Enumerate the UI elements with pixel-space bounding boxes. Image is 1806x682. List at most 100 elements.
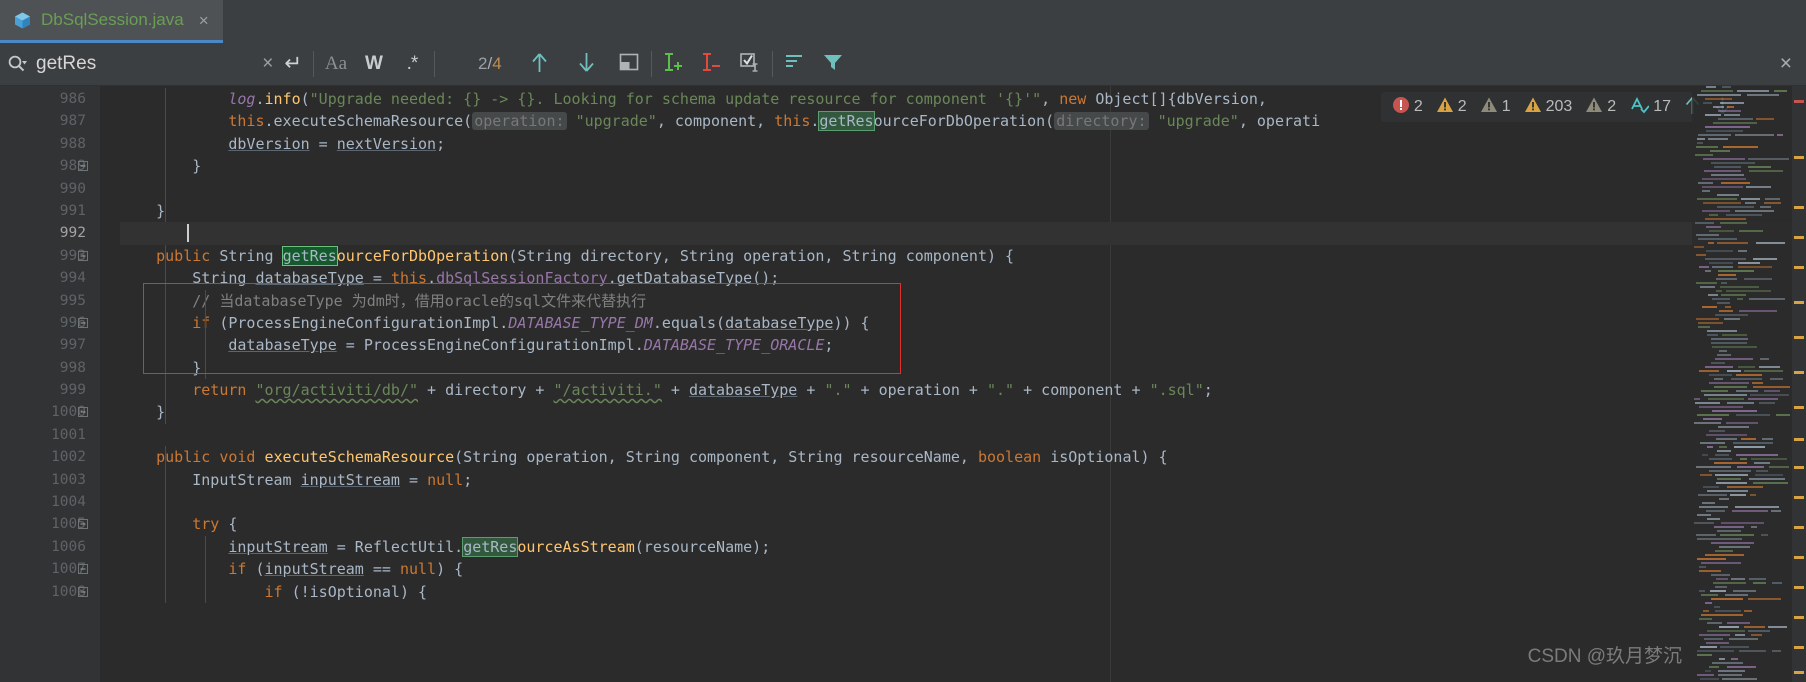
line-number[interactable]: 989 xyxy=(0,155,100,177)
open-in-find-window-button[interactable] xyxy=(610,43,648,86)
code-line[interactable]: if (!isOptional) { xyxy=(120,581,1806,603)
close-find-toolbar-button[interactable]: × xyxy=(1780,52,1792,76)
code-line[interactable]: } xyxy=(120,155,1806,177)
line-number[interactable]: 995 xyxy=(0,290,100,312)
line-number[interactable]: 1005 xyxy=(0,513,100,535)
error-stripe-mark[interactable] xyxy=(1794,466,1804,469)
error-stripe-mark[interactable] xyxy=(1794,206,1804,209)
inspection-warning-icon[interactable]: 2 xyxy=(1432,96,1471,118)
error-stripe-mark[interactable] xyxy=(1794,371,1804,374)
code-line[interactable]: dbVersion = nextVersion; xyxy=(120,133,1806,155)
fold-toggle-icon[interactable] xyxy=(78,407,88,418)
inspection-typo-icon[interactable]: 17 xyxy=(1625,96,1675,118)
code-line[interactable]: InputStream inputStream = null; xyxy=(120,469,1806,491)
line-number[interactable]: 999 xyxy=(0,379,100,401)
line-number[interactable]: 994 xyxy=(0,267,100,289)
line-number[interactable]: 1001 xyxy=(0,424,100,446)
error-stripe-mark[interactable] xyxy=(1794,100,1804,103)
code-minimap[interactable] xyxy=(1692,86,1792,682)
code-line[interactable] xyxy=(120,491,1806,513)
inspection-error-icon[interactable]: 2 xyxy=(1388,96,1427,118)
words-button[interactable]: W xyxy=(355,43,393,86)
line-number-gutter[interactable]: 986 987 988 989 990 991 992 993 994 995 996 997 998 9… xyxy=(0,86,100,682)
find-previous-button[interactable] xyxy=(516,43,563,86)
line-number[interactable]: 1002 xyxy=(0,446,100,468)
fold-toggle-icon[interactable] xyxy=(78,317,88,328)
line-number[interactable]: 986 xyxy=(0,88,100,110)
inspection-warning-icon[interactable]: 203 xyxy=(1520,96,1577,118)
code-line[interactable]: if (ProcessEngineConfigurationImpl.DATAB… xyxy=(120,312,1806,334)
line-number[interactable]: 1007 xyxy=(0,558,100,580)
line-number[interactable]: 993 xyxy=(0,245,100,267)
code-line[interactable]: public String getResourceForDbOperation(… xyxy=(120,245,1806,267)
inspection-weak-warning-icon[interactable]: 1 xyxy=(1476,96,1515,118)
close-icon[interactable]: × xyxy=(199,12,209,29)
code-line[interactable]: } xyxy=(120,200,1806,222)
fold-toggle-icon[interactable] xyxy=(78,161,88,172)
line-number[interactable]: 987 xyxy=(0,110,100,132)
clear-search-icon[interactable]: × xyxy=(253,53,282,75)
remove-selection-button[interactable] xyxy=(693,43,731,86)
code-editor[interactable]: 986 987 988 989 990 991 992 993 994 995 996 997 998 9… xyxy=(0,86,1806,682)
line-number[interactable]: 997 xyxy=(0,334,100,356)
line-number[interactable]: 996 xyxy=(0,312,100,334)
line-number[interactable]: 1008 xyxy=(0,581,100,603)
code-line[interactable]: // 当databaseType 为dm时，借用oracle的sql文件来代替执… xyxy=(120,290,1806,312)
line-number[interactable]: 998 xyxy=(0,357,100,379)
fold-toggle-icon[interactable] xyxy=(78,586,88,597)
error-stripe-mark[interactable] xyxy=(1794,646,1804,649)
select-all-occurrences-button[interactable] xyxy=(731,43,769,86)
search-input-wrapper[interactable]: getRes × ↵ xyxy=(0,43,310,86)
regex-button[interactable]: .* xyxy=(393,43,431,86)
code-line[interactable]: return "org/activiti/db/" + directory + … xyxy=(120,379,1806,401)
search-icon[interactable] xyxy=(6,53,28,75)
error-stripe-mark[interactable] xyxy=(1794,526,1804,529)
filter-lines-button[interactable] xyxy=(776,43,814,86)
find-next-button[interactable] xyxy=(563,43,610,86)
code-line[interactable]: databaseType = ProcessEngineConfiguratio… xyxy=(120,334,1806,356)
code-line[interactable]: String databaseType = this.dbSqlSessionF… xyxy=(120,267,1806,289)
error-stripe-mark[interactable] xyxy=(1794,438,1804,441)
line-number[interactable]: 991 xyxy=(0,200,100,222)
error-stripe[interactable] xyxy=(1792,86,1806,682)
code-line[interactable]: inputStream = ReflectUtil.getResourceAsS… xyxy=(120,536,1806,558)
error-stripe-mark[interactable] xyxy=(1794,156,1804,159)
error-stripe-mark[interactable] xyxy=(1794,301,1804,304)
line-number[interactable]: 1000 xyxy=(0,401,100,423)
fold-toggle-icon[interactable] xyxy=(78,564,88,575)
error-stripe-mark[interactable] xyxy=(1794,556,1804,559)
line-number[interactable]: 992 xyxy=(0,222,100,244)
code-line[interactable]: } xyxy=(120,401,1806,423)
error-stripe-mark[interactable] xyxy=(1794,671,1804,674)
code-line[interactable]: try { xyxy=(120,513,1806,535)
match-case-button[interactable]: Aa xyxy=(317,43,355,86)
fold-toggle-icon[interactable] xyxy=(78,519,88,530)
inspection-weak-warning-icon[interactable]: 2 xyxy=(1581,96,1620,118)
line-number[interactable]: 1004 xyxy=(0,491,100,513)
add-selection-button[interactable] xyxy=(655,43,693,86)
editor-tab-dbsqlsession[interactable]: DbSqlSession.java × xyxy=(0,0,223,43)
line-number[interactable]: 988 xyxy=(0,133,100,155)
error-stripe-mark[interactable] xyxy=(1794,496,1804,499)
line-number[interactable]: 990 xyxy=(0,178,100,200)
code-line[interactable]: public void executeSchemaResource(String… xyxy=(120,446,1806,468)
filter-button[interactable] xyxy=(814,43,852,86)
code-line[interactable] xyxy=(120,424,1806,446)
fold-toggle-icon[interactable] xyxy=(78,250,88,261)
line-number[interactable]: 1003 xyxy=(0,469,100,491)
code-line[interactable] xyxy=(120,222,1806,245)
error-stripe-mark[interactable] xyxy=(1794,266,1804,269)
error-stripe-mark[interactable] xyxy=(1794,616,1804,619)
error-stripe-mark[interactable] xyxy=(1794,236,1804,239)
search-input[interactable]: getRes xyxy=(36,53,253,75)
code-line[interactable]: } xyxy=(120,357,1806,379)
enter-search-icon[interactable]: ↵ xyxy=(282,51,310,78)
code-area[interactable]: log.info("Upgrade needed: {} -> {}. Look… xyxy=(100,86,1806,682)
code-line[interactable]: if (inputStream == null) { xyxy=(120,558,1806,580)
error-stripe-mark[interactable] xyxy=(1794,586,1804,589)
line-number[interactable]: 1006 xyxy=(0,536,100,558)
code-line[interactable] xyxy=(120,178,1806,200)
inspection-widget[interactable]: 2 2 1 203 2 17 xyxy=(1380,92,1742,122)
error-stripe-mark[interactable] xyxy=(1794,406,1804,409)
error-stripe-mark[interactable] xyxy=(1794,336,1804,339)
